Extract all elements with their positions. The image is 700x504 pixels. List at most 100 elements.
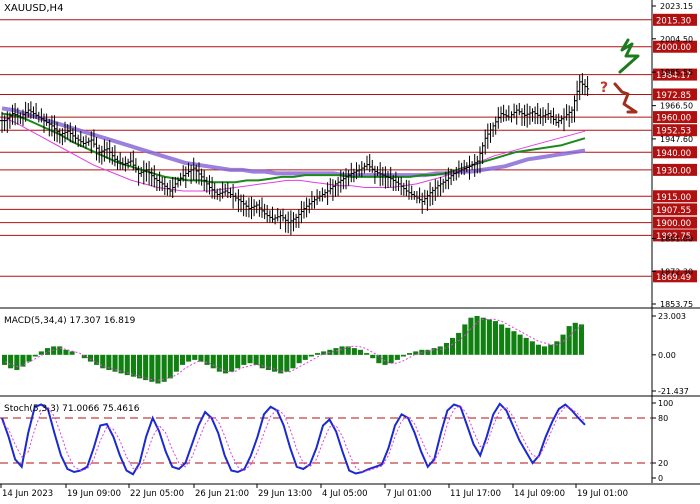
x-tick-label: 4 Jul 05:00 xyxy=(322,489,368,499)
macd-histogram-bar xyxy=(351,348,357,355)
macd-histogram-bar xyxy=(357,349,363,355)
macd-histogram-bar xyxy=(468,317,474,355)
macd-histogram-bar xyxy=(32,354,38,357)
macd-histogram-bar xyxy=(69,351,75,355)
macd-tick-label: 23.003 xyxy=(658,312,686,321)
price-tick-label: 1947.60 xyxy=(660,135,693,144)
macd-histogram-bar xyxy=(480,317,486,355)
macd-histogram-bar xyxy=(302,354,308,360)
price-level-label: 2015.30 xyxy=(656,16,691,26)
macd-histogram-bar xyxy=(443,343,449,355)
macd-histogram-bar xyxy=(450,337,456,355)
price-tick-label: 1891.00 xyxy=(660,234,693,243)
macd-histogram-bar xyxy=(180,354,186,365)
macd-histogram-bar xyxy=(572,322,578,355)
macd-histogram-bar xyxy=(143,354,149,381)
price-level-label: 1900.00 xyxy=(656,219,691,229)
x-tick-label: 19 Jun 09:00 xyxy=(67,489,121,499)
macd-histogram-bar xyxy=(578,324,584,355)
macd-histogram-bar xyxy=(370,354,376,359)
macd-histogram-bar xyxy=(87,354,93,362)
x-tick-label: 22 Jun 05:00 xyxy=(130,489,184,499)
chart-container: 2015.30 2000.00 1984.17 1972.85 1960.00 1952.… xyxy=(0,0,700,500)
macd-histogram-bar xyxy=(548,344,554,355)
macd-histogram-bar xyxy=(492,321,498,355)
macd-histogram-bar xyxy=(149,354,155,382)
macd-histogram-bar xyxy=(2,354,8,365)
macd-histogram-bar xyxy=(382,354,388,365)
macd-histogram-bar xyxy=(63,349,69,355)
macd-histogram-bar xyxy=(57,346,63,355)
macd-histogram-bar xyxy=(253,354,259,365)
stoch-tick-label: 20 xyxy=(658,459,668,468)
macd-histogram-bar xyxy=(517,334,523,355)
macd-histogram-bar xyxy=(511,331,517,355)
price-tick-label: 1853.75 xyxy=(660,300,693,309)
macd-histogram-bar xyxy=(486,319,492,355)
macd-histogram-bar xyxy=(400,354,406,357)
macd-title: MACD(5,34,4) 17.307 16.819 xyxy=(4,316,136,326)
macd-histogram-bar xyxy=(290,354,296,369)
macd-histogram-bar xyxy=(456,332,462,355)
macd-histogram-bar xyxy=(38,351,44,355)
macd-histogram-bar xyxy=(229,354,235,372)
macd-histogram-bar xyxy=(523,337,529,355)
macd-histogram-bar xyxy=(235,354,241,369)
macd-histogram-bar xyxy=(394,354,400,360)
macd-histogram-bar xyxy=(124,354,130,376)
macd-histogram-bar xyxy=(173,354,179,372)
chart-canvas: 2015.302000.001984.171972.851960.001952.… xyxy=(0,0,700,499)
macd-histogram-bar xyxy=(437,346,443,355)
macd-histogram-bar xyxy=(308,354,314,357)
macd-histogram-bar xyxy=(529,341,535,355)
macd-histogram-bar xyxy=(339,346,345,355)
macd-histogram-bar xyxy=(51,346,57,355)
macd-histogram-bar xyxy=(284,354,290,372)
x-axis-layer: 14 Jun 2023 19 Jun 09:00 22 Jun 05:00 26 Ju… xyxy=(0,484,628,499)
x-tick-label: 29 Jun 13:00 xyxy=(258,489,312,499)
macd-histogram-bar xyxy=(161,354,167,382)
macd-histogram-bar xyxy=(535,344,541,355)
price-tick-label: 1985.55 xyxy=(660,68,693,77)
macd-histogram-bar xyxy=(388,354,394,364)
macd-histogram-bar xyxy=(554,341,560,355)
price-level-label: 2000.00 xyxy=(656,43,691,53)
macd-histogram-bar xyxy=(130,354,136,377)
macd-histogram-bar xyxy=(560,334,566,355)
macd-histogram-bar xyxy=(198,354,204,362)
macd-histogram-bar xyxy=(167,354,173,379)
macd-histogram-bar xyxy=(499,324,505,355)
x-tick-label: 11 Jul 17:00 xyxy=(450,489,501,499)
stoch-title: Stoch(5,3,3) 71.0066 75.4616 xyxy=(4,404,140,414)
macd-histogram-bar xyxy=(210,354,216,369)
x-tick-label: 26 Jun 21:00 xyxy=(195,489,249,499)
stoch-tick-label: 0 xyxy=(658,474,663,483)
macd-histogram-bar xyxy=(505,327,511,355)
macd-histogram-bar xyxy=(14,354,20,370)
macd-histogram-bar xyxy=(364,353,370,355)
price-level-label: 1960.00 xyxy=(656,114,691,124)
price-tick-label: 1966.50 xyxy=(660,102,693,111)
macd-histogram-bar xyxy=(462,324,468,355)
x-tick-label: 19 Jul 01:00 xyxy=(577,489,628,499)
macd-histogram-bar xyxy=(204,354,210,365)
price-tick-label: 2023.15 xyxy=(660,2,693,11)
price-level-label: 1930.00 xyxy=(656,166,691,176)
macd-histogram-bar xyxy=(566,326,572,355)
x-tick-label: 14 Jun 2023 xyxy=(2,489,53,499)
macd-tick-label: -21.437 xyxy=(658,387,689,396)
macd-tick-label: 0.00 xyxy=(658,351,676,360)
price-tick-label: 1872.30 xyxy=(660,267,693,276)
stoch-tick-label: 100 xyxy=(658,399,673,408)
macd-histogram-bar xyxy=(192,354,198,360)
price-chart-title: XAUUSD,H4 xyxy=(4,3,63,14)
x-tick-label: 14 Jul 09:00 xyxy=(514,489,565,499)
macd-histogram-bar xyxy=(542,346,548,355)
macd-histogram-bar xyxy=(247,354,253,364)
price-level-label: 1972.85 xyxy=(656,91,691,101)
stoch-tick-label: 80 xyxy=(658,414,668,423)
macd-histogram-bar xyxy=(431,348,437,355)
price-level-label: 1915.00 xyxy=(656,193,691,203)
macd-histogram-bar xyxy=(259,354,265,369)
macd-histogram-bar xyxy=(315,353,321,355)
